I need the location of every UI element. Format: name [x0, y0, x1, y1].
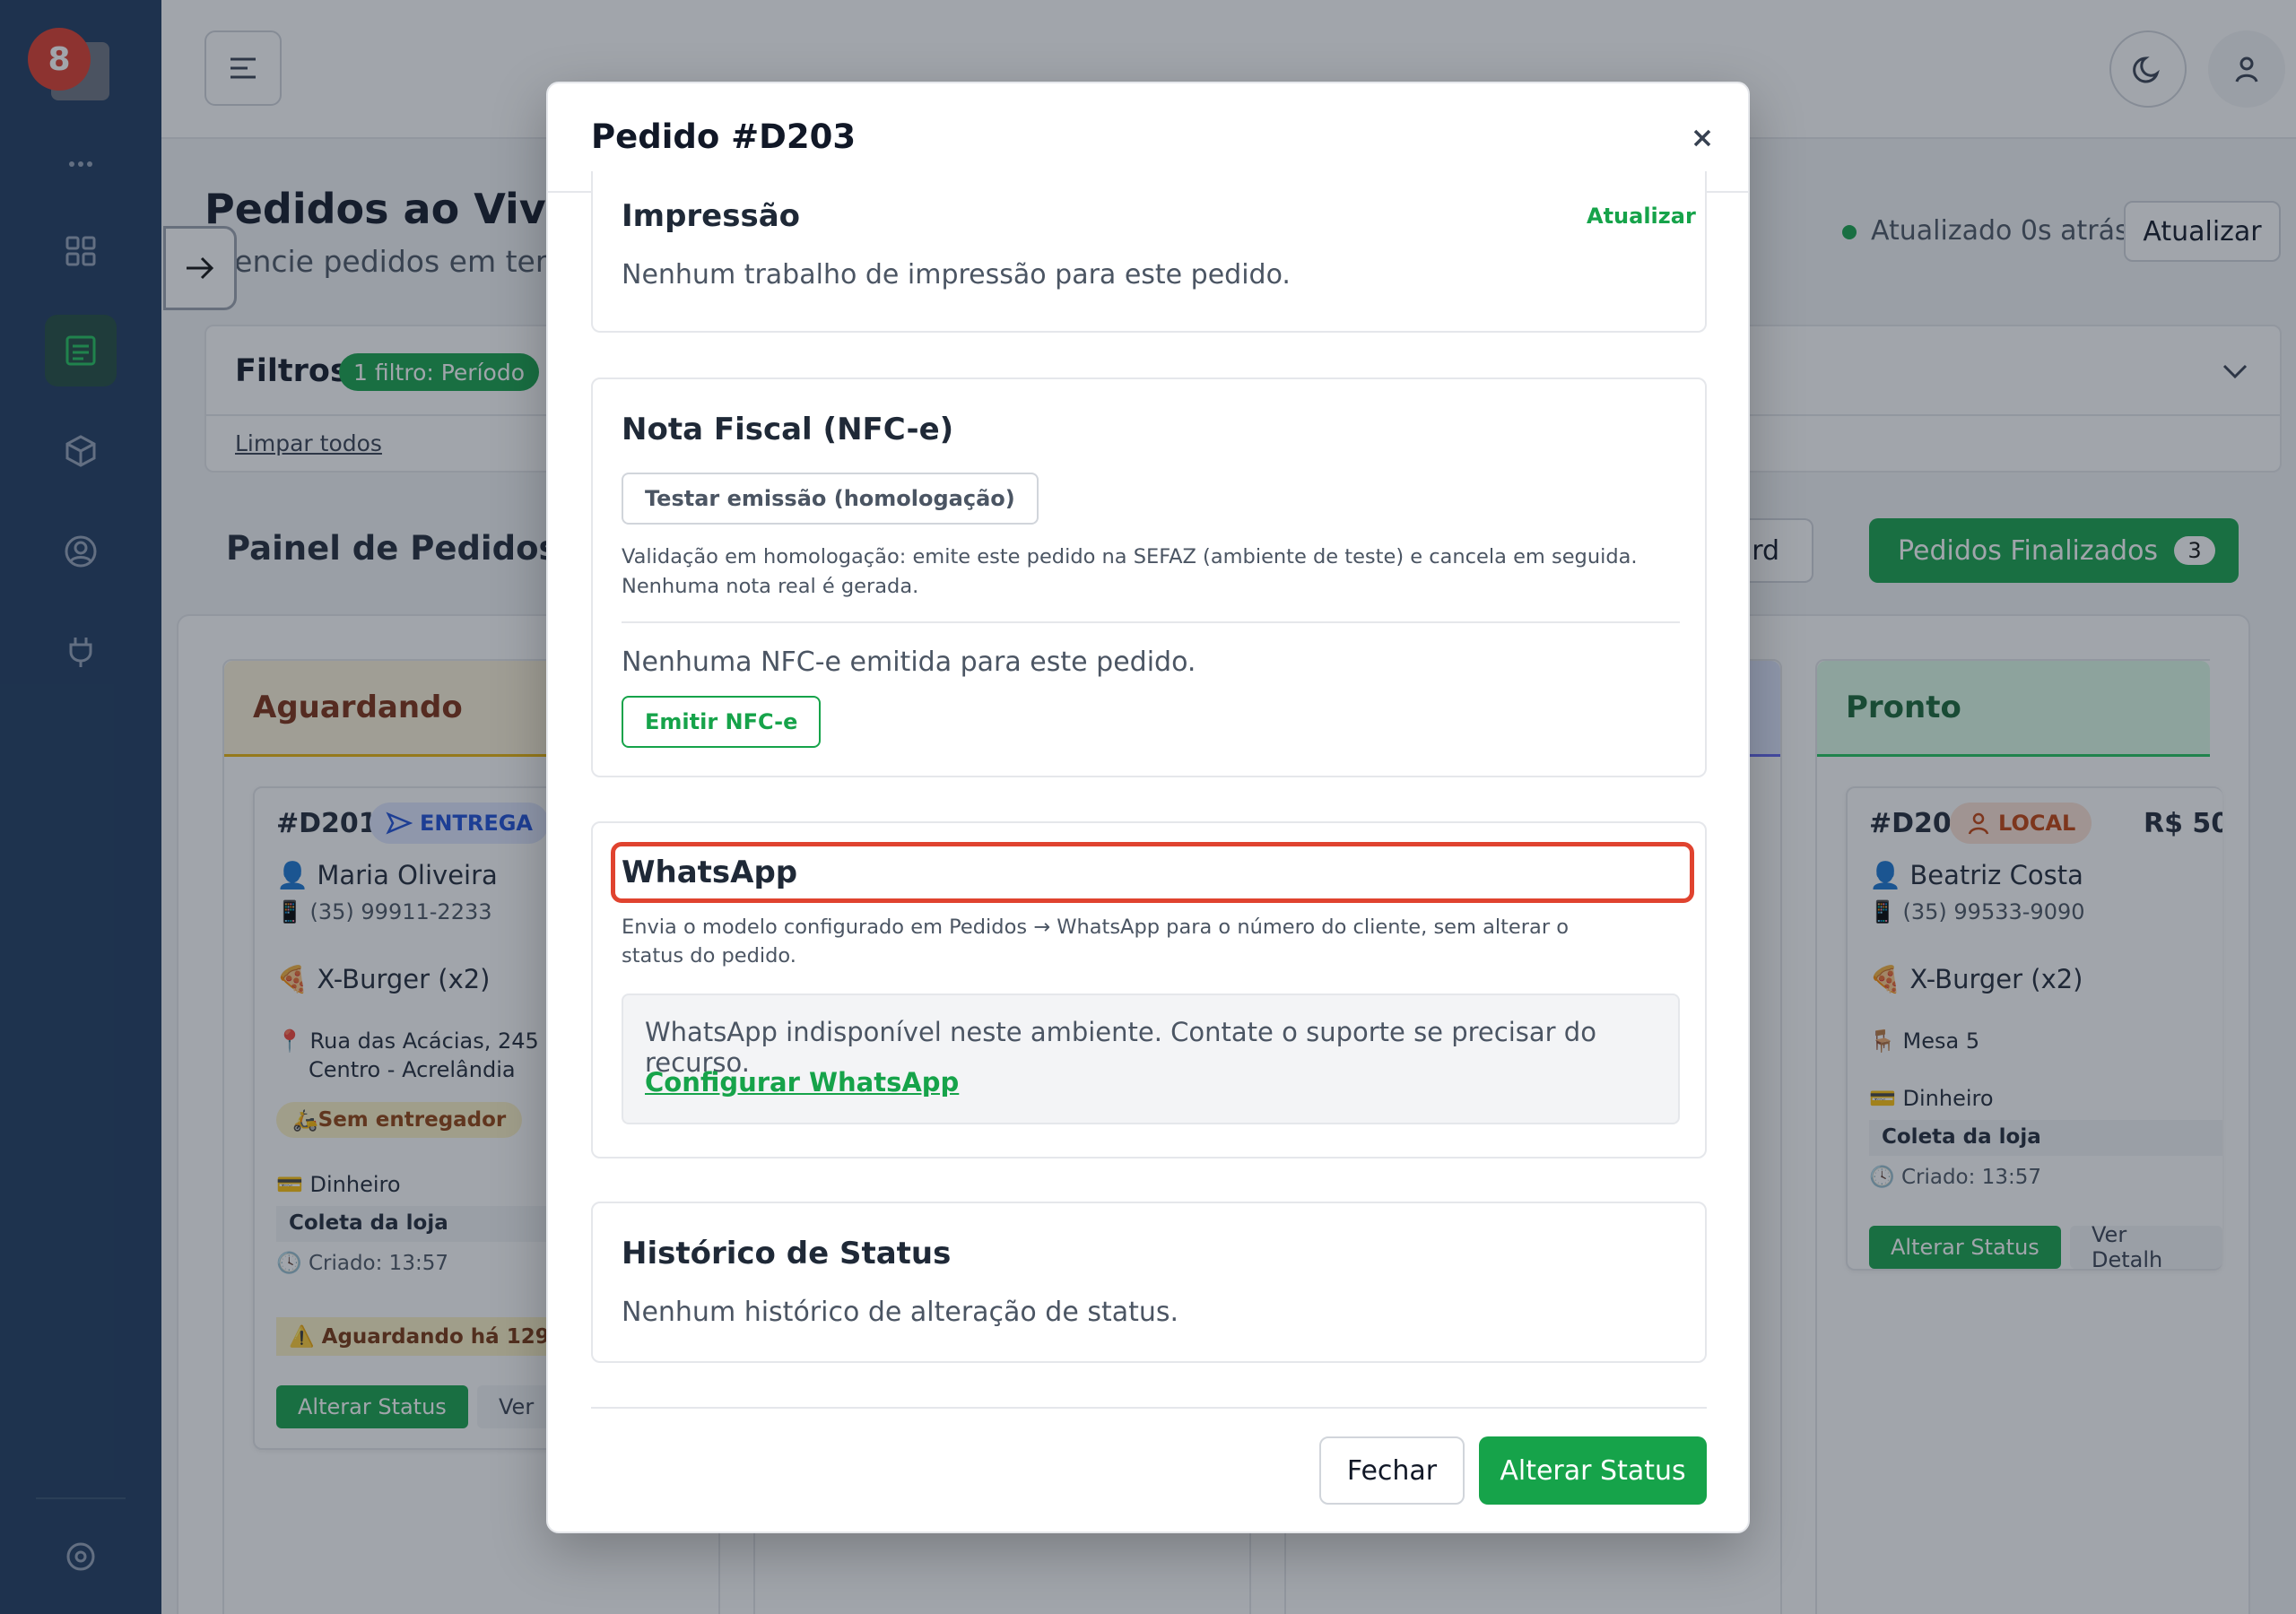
footer-divider — [591, 1407, 1707, 1409]
print-refresh-link[interactable]: Atualizar — [1587, 204, 1696, 229]
whatsapp-help-line1: Envia o modelo configurado em Pedidos → … — [622, 915, 1569, 939]
close-icon[interactable] — [1680, 116, 1725, 161]
configure-whatsapp-link[interactable]: Configurar WhatsApp — [645, 1067, 959, 1098]
test-emission-button[interactable]: Testar emissão (homologação) — [622, 473, 1039, 525]
history-section: Histórico de Status Nenhum histórico de … — [591, 1202, 1707, 1363]
history-empty: Nenhum histórico de alteração de status. — [622, 1297, 1179, 1328]
nfce-section: Nota Fiscal (NFC-e) Testar emissão (homo… — [591, 377, 1707, 777]
print-title: Impressão — [622, 198, 801, 234]
modal-title: Pedido #D203 — [591, 117, 857, 156]
whatsapp-title: WhatsApp — [622, 855, 798, 890]
close-button[interactable]: Fechar — [1319, 1436, 1465, 1505]
change-status-button[interactable]: Alterar Status — [1479, 1436, 1707, 1505]
print-section: Impressão Atualizar Nenhum trabalho de i… — [591, 171, 1707, 333]
history-title: Histórico de Status — [622, 1236, 952, 1271]
nfce-title: Nota Fiscal (NFC-e) — [622, 412, 954, 447]
nfce-empty: Nenhuma NFC-e emitida para este pedido. — [622, 646, 1196, 678]
order-modal: Pedido #D203 Impressão Atualizar Nenhum … — [546, 82, 1750, 1533]
whatsapp-unavailable-box: WhatsApp indisponível neste ambiente. Co… — [622, 994, 1680, 1124]
whatsapp-help-line2: status do pedido. — [622, 944, 796, 968]
nfce-help-line2: Nenhuma nota real é gerada. — [622, 575, 919, 598]
divider — [622, 621, 1680, 623]
emit-nfce-button[interactable]: Emitir NFC-e — [622, 696, 822, 748]
print-empty: Nenhum trabalho de impressão para este p… — [622, 259, 1291, 291]
whatsapp-title-highlight: WhatsApp — [611, 842, 1694, 903]
nfce-help-line1: Validação em homologação: emite este ped… — [622, 545, 1638, 568]
